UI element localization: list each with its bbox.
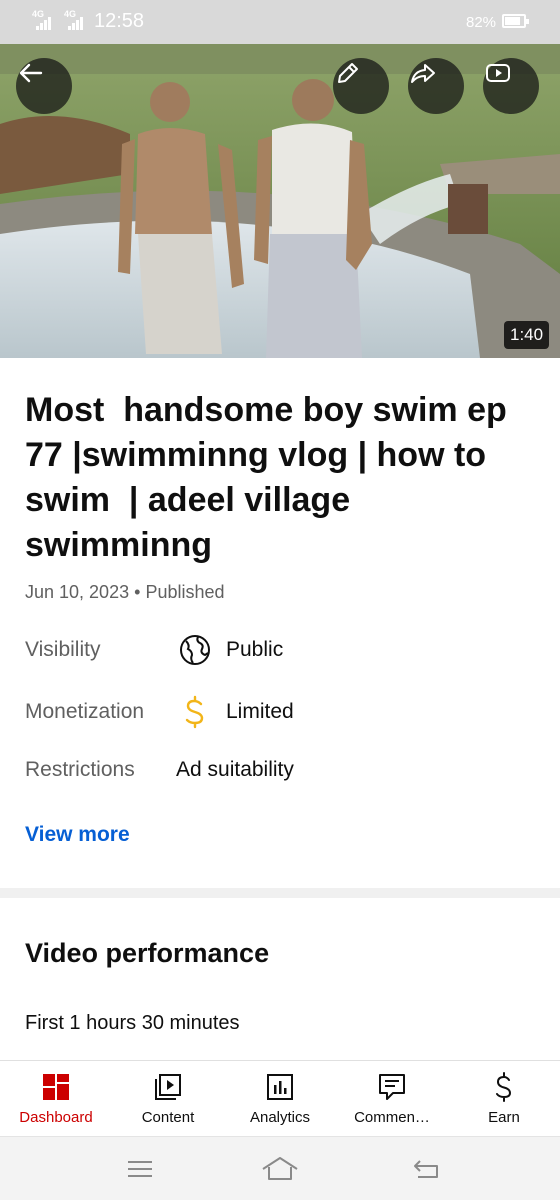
tab-label: Earn: [488, 1109, 520, 1126]
tab-comments[interactable]: Commen…: [336, 1061, 448, 1137]
visibility-value: Public: [226, 638, 284, 661]
youtube-icon: [486, 64, 510, 82]
publish-date: Jun 10, 2023: [25, 582, 130, 602]
tab-label: Commen…: [354, 1109, 430, 1126]
dollar-icon: [177, 694, 213, 730]
tab-dashboard[interactable]: Dashboard: [0, 1061, 112, 1137]
return-icon: [414, 1160, 438, 1178]
globe-icon: [177, 632, 213, 668]
bottom-tab-bar: Dashboard Content Analytics Commen… Earn: [0, 1060, 560, 1136]
signal-icon: 4G: [64, 9, 86, 30]
network-indicators: 4G 4G: [32, 9, 86, 30]
edit-button[interactable]: [333, 58, 389, 114]
restrictions-row[interactable]: Restrictions Ad suitability: [25, 750, 535, 790]
video-title: Most handsome boy swim ep 77 |swimminng …: [25, 391, 517, 564]
tab-earn[interactable]: Earn: [448, 1061, 560, 1137]
restrictions-value: Ad suitability: [176, 758, 294, 781]
monetization-value: Limited: [226, 700, 294, 723]
clock: 12:58: [94, 10, 145, 32]
menu-icon: [128, 1161, 152, 1177]
share-icon: [411, 64, 435, 83]
comments-icon: [376, 1071, 408, 1103]
video-duration: 1:40: [504, 321, 550, 349]
thumbnail-image: [0, 44, 560, 358]
share-button[interactable]: [408, 58, 464, 114]
back-arrow-icon: [19, 63, 43, 83]
back-button[interactable]: [16, 58, 72, 114]
home-button[interactable]: [260, 1151, 300, 1187]
battery-percent: 82%: [466, 14, 497, 31]
view-more-link[interactable]: View more: [25, 823, 130, 847]
monetization-row[interactable]: Monetization Limited: [25, 692, 535, 732]
monetization-label: Monetization: [25, 700, 145, 723]
battery-icon: [502, 14, 529, 28]
analytics-icon: [264, 1071, 296, 1103]
meta-separator: •: [134, 582, 141, 602]
dashboard-icon: [40, 1071, 72, 1103]
home-icon: [262, 1157, 298, 1180]
back-nav-button[interactable]: [406, 1151, 446, 1187]
publish-status: Published: [145, 582, 225, 602]
earn-icon: [488, 1071, 520, 1103]
pencil-icon: [338, 63, 358, 83]
tab-label: Content: [141, 1109, 195, 1126]
publish-meta: Jun 10, 2023 • Published: [25, 582, 225, 603]
watch-on-youtube-button[interactable]: [483, 58, 539, 114]
video-performance-period[interactable]: First 1 hours 30 minutes: [25, 1012, 240, 1035]
section-divider: [0, 888, 560, 898]
content-icon: [152, 1071, 184, 1103]
tab-content[interactable]: Content: [112, 1061, 224, 1137]
recents-button[interactable]: [120, 1151, 160, 1187]
video-thumbnail[interactable]: 1:40: [0, 44, 560, 358]
tab-label: Analytics: [249, 1109, 311, 1126]
signal-icon: 4G: [32, 9, 54, 30]
status-bar: 4G 4G 12:58 82%: [0, 0, 560, 44]
tab-analytics[interactable]: Analytics: [224, 1061, 336, 1137]
restrictions-label: Restrictions: [25, 758, 135, 781]
visibility-row[interactable]: Visibility Public: [25, 630, 535, 670]
visibility-label: Visibility: [25, 638, 101, 661]
tab-label: Dashboard: [19, 1109, 93, 1126]
video-performance-title: Video performance: [25, 938, 270, 968]
system-navigation-bar: [0, 1136, 560, 1200]
